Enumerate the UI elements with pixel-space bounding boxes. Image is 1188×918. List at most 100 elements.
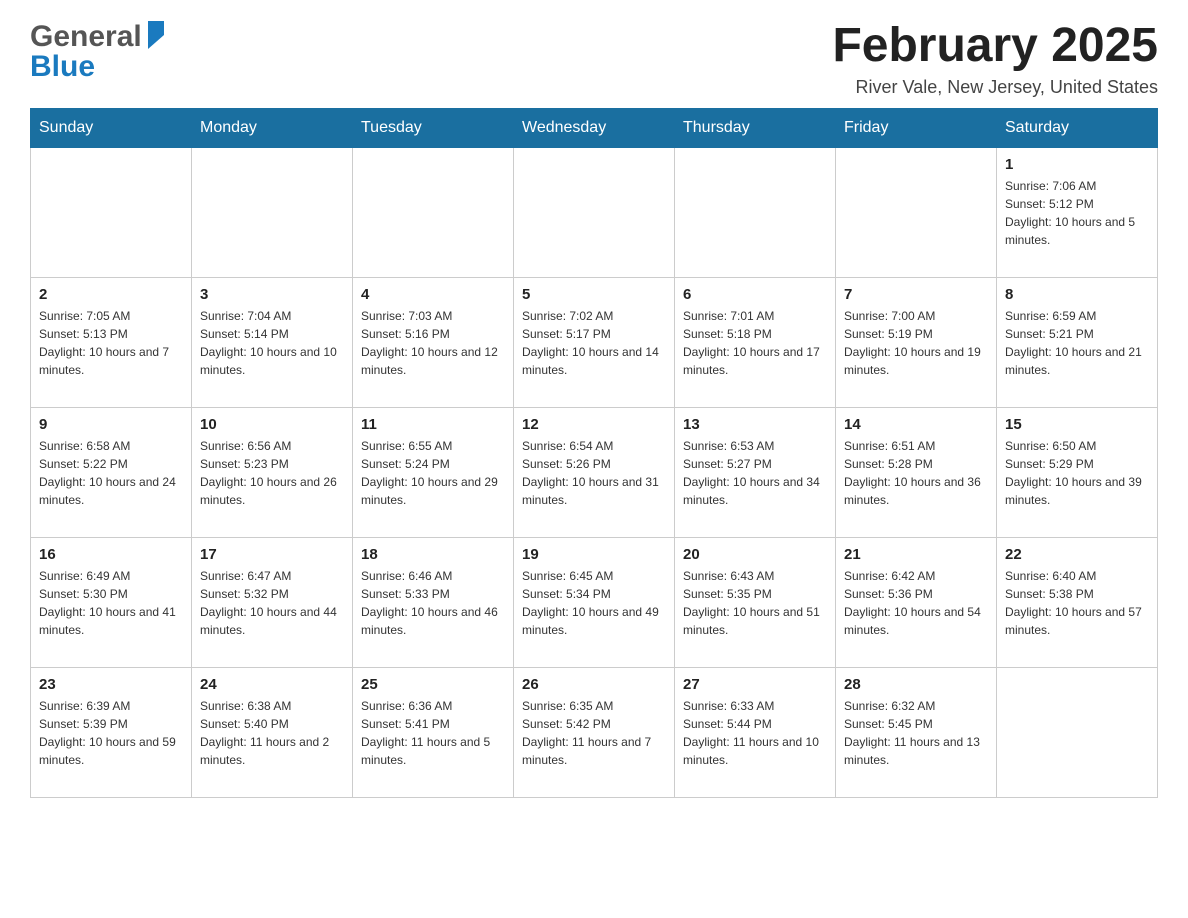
day-number: 10 xyxy=(200,416,344,433)
day-info: Sunrise: 7:03 AMSunset: 5:16 PMDaylight:… xyxy=(361,307,505,379)
calendar-cell: 7 Sunrise: 7:00 AMSunset: 5:19 PMDaylight… xyxy=(836,277,997,407)
day-number: 28 xyxy=(844,676,988,693)
calendar-cell xyxy=(31,147,192,277)
calendar-cell: 12 Sunrise: 6:54 AMSunset: 5:26 PMDayligh… xyxy=(514,407,675,537)
logo-blue-text: Blue xyxy=(30,50,95,84)
day-info: Sunrise: 7:06 AMSunset: 5:12 PMDaylight:… xyxy=(1005,177,1149,249)
location-title: River Vale, New Jersey, United States xyxy=(832,77,1158,98)
calendar-cell: 1 Sunrise: 7:06 AMSunset: 5:12 PMDaylight… xyxy=(997,147,1158,277)
month-title: February 2025 xyxy=(832,20,1158,73)
calendar-cell: 5 Sunrise: 7:02 AMSunset: 5:17 PMDaylight… xyxy=(514,277,675,407)
day-info: Sunrise: 6:49 AMSunset: 5:30 PMDaylight:… xyxy=(39,567,183,639)
calendar-cell: 21 Sunrise: 6:42 AMSunset: 5:36 PMDayligh… xyxy=(836,537,997,667)
calendar-cell: 25 Sunrise: 6:36 AMSunset: 5:41 PMDayligh… xyxy=(353,667,514,797)
day-number: 8 xyxy=(1005,286,1149,303)
day-info: Sunrise: 6:50 AMSunset: 5:29 PMDaylight:… xyxy=(1005,437,1149,509)
calendar-cell xyxy=(675,147,836,277)
col-thursday: Thursday xyxy=(675,108,836,147)
calendar-cell xyxy=(514,147,675,277)
logo-flag-icon xyxy=(144,21,166,49)
day-number: 25 xyxy=(361,676,505,693)
day-number: 22 xyxy=(1005,546,1149,563)
day-number: 3 xyxy=(200,286,344,303)
col-monday: Monday xyxy=(192,108,353,147)
calendar-cell xyxy=(836,147,997,277)
calendar-cell: 19 Sunrise: 6:45 AMSunset: 5:34 PMDayligh… xyxy=(514,537,675,667)
day-number: 27 xyxy=(683,676,827,693)
day-number: 24 xyxy=(200,676,344,693)
day-info: Sunrise: 7:01 AMSunset: 5:18 PMDaylight:… xyxy=(683,307,827,379)
calendar-cell: 26 Sunrise: 6:35 AMSunset: 5:42 PMDayligh… xyxy=(514,667,675,797)
title-section: February 2025 River Vale, New Jersey, Un… xyxy=(832,20,1158,98)
calendar-cell: 28 Sunrise: 6:32 AMSunset: 5:45 PMDayligh… xyxy=(836,667,997,797)
day-info: Sunrise: 6:46 AMSunset: 5:33 PMDaylight:… xyxy=(361,567,505,639)
col-friday: Friday xyxy=(836,108,997,147)
calendar-cell: 18 Sunrise: 6:46 AMSunset: 5:33 PMDayligh… xyxy=(353,537,514,667)
logo: General Blue xyxy=(30,20,166,84)
day-info: Sunrise: 7:02 AMSunset: 5:17 PMDaylight:… xyxy=(522,307,666,379)
calendar-cell: 11Sunrise: 6:55 AMSunset: 5:24 PMDayligh… xyxy=(353,407,514,537)
calendar-cell: 14 Sunrise: 6:51 AMSunset: 5:28 PMDayligh… xyxy=(836,407,997,537)
day-number: 17 xyxy=(200,546,344,563)
calendar-cell: 2 Sunrise: 7:05 AMSunset: 5:13 PMDaylight… xyxy=(31,277,192,407)
day-number: 1 xyxy=(1005,156,1149,173)
day-number: 14 xyxy=(844,416,988,433)
day-info: Sunrise: 6:32 AMSunset: 5:45 PMDaylight:… xyxy=(844,697,988,769)
col-tuesday: Tuesday xyxy=(353,108,514,147)
calendar-week-5: 23 Sunrise: 6:39 AMSunset: 5:39 PMDayligh… xyxy=(31,667,1158,797)
day-info: Sunrise: 6:39 AMSunset: 5:39 PMDaylight:… xyxy=(39,697,183,769)
calendar-cell: 3 Sunrise: 7:04 AMSunset: 5:14 PMDaylight… xyxy=(192,277,353,407)
day-info: Sunrise: 6:36 AMSunset: 5:41 PMDaylight:… xyxy=(361,697,505,769)
calendar-cell: 20 Sunrise: 6:43 AMSunset: 5:35 PMDayligh… xyxy=(675,537,836,667)
day-number: 20 xyxy=(683,546,827,563)
day-info: Sunrise: 6:56 AMSunset: 5:23 PMDaylight:… xyxy=(200,437,344,509)
calendar-cell: 10 Sunrise: 6:56 AMSunset: 5:23 PMDayligh… xyxy=(192,407,353,537)
calendar-table: Sunday Monday Tuesday Wednesday Thursday… xyxy=(30,108,1158,798)
day-info: Sunrise: 6:40 AMSunset: 5:38 PMDaylight:… xyxy=(1005,567,1149,639)
day-info: Sunrise: 6:51 AMSunset: 5:28 PMDaylight:… xyxy=(844,437,988,509)
logo-general-text: General xyxy=(30,20,142,54)
day-number: 21 xyxy=(844,546,988,563)
day-number: 23 xyxy=(39,676,183,693)
day-number: 19 xyxy=(522,546,666,563)
day-info: Sunrise: 6:53 AMSunset: 5:27 PMDaylight:… xyxy=(683,437,827,509)
day-info: Sunrise: 6:47 AMSunset: 5:32 PMDaylight:… xyxy=(200,567,344,639)
day-info: Sunrise: 6:58 AMSunset: 5:22 PMDaylight:… xyxy=(39,437,183,509)
calendar-cell: 9Sunrise: 6:58 AMSunset: 5:22 PMDaylight… xyxy=(31,407,192,537)
day-number: 13 xyxy=(683,416,827,433)
day-number: 2 xyxy=(39,286,183,303)
day-info: Sunrise: 6:35 AMSunset: 5:42 PMDaylight:… xyxy=(522,697,666,769)
day-number: 6 xyxy=(683,286,827,303)
day-number: 18 xyxy=(361,546,505,563)
day-info: Sunrise: 7:04 AMSunset: 5:14 PMDaylight:… xyxy=(200,307,344,379)
calendar-cell: 13 Sunrise: 6:53 AMSunset: 5:27 PMDayligh… xyxy=(675,407,836,537)
calendar-header-row: Sunday Monday Tuesday Wednesday Thursday… xyxy=(31,108,1158,147)
day-info: Sunrise: 6:54 AMSunset: 5:26 PMDaylight:… xyxy=(522,437,666,509)
calendar-cell: 15Sunrise: 6:50 AMSunset: 5:29 PMDayligh… xyxy=(997,407,1158,537)
calendar-cell: 24Sunrise: 6:38 AMSunset: 5:40 PMDayligh… xyxy=(192,667,353,797)
calendar-cell: 17 Sunrise: 6:47 AMSunset: 5:32 PMDayligh… xyxy=(192,537,353,667)
day-number: 7 xyxy=(844,286,988,303)
day-info: Sunrise: 6:42 AMSunset: 5:36 PMDaylight:… xyxy=(844,567,988,639)
day-info: Sunrise: 6:45 AMSunset: 5:34 PMDaylight:… xyxy=(522,567,666,639)
day-number: 16 xyxy=(39,546,183,563)
col-wednesday: Wednesday xyxy=(514,108,675,147)
calendar-cell: 27 Sunrise: 6:33 AMSunset: 5:44 PMDayligh… xyxy=(675,667,836,797)
calendar-cell: 22 Sunrise: 6:40 AMSunset: 5:38 PMDayligh… xyxy=(997,537,1158,667)
calendar-week-4: 16 Sunrise: 6:49 AMSunset: 5:30 PMDayligh… xyxy=(31,537,1158,667)
calendar-cell xyxy=(192,147,353,277)
day-info: Sunrise: 7:00 AMSunset: 5:19 PMDaylight:… xyxy=(844,307,988,379)
day-number: 12 xyxy=(522,416,666,433)
day-info: Sunrise: 7:05 AMSunset: 5:13 PMDaylight:… xyxy=(39,307,183,379)
day-info: Sunrise: 6:33 AMSunset: 5:44 PMDaylight:… xyxy=(683,697,827,769)
calendar-cell: 23 Sunrise: 6:39 AMSunset: 5:39 PMDayligh… xyxy=(31,667,192,797)
calendar-cell: 4 Sunrise: 7:03 AMSunset: 5:16 PMDaylight… xyxy=(353,277,514,407)
day-number: 26 xyxy=(522,676,666,693)
calendar-cell: 8Sunrise: 6:59 AMSunset: 5:21 PMDaylight… xyxy=(997,277,1158,407)
calendar-week-1: 1 Sunrise: 7:06 AMSunset: 5:12 PMDaylight… xyxy=(31,147,1158,277)
day-number: 5 xyxy=(522,286,666,303)
day-number: 11 xyxy=(361,416,505,433)
day-info: Sunrise: 6:43 AMSunset: 5:35 PMDaylight:… xyxy=(683,567,827,639)
day-number: 4 xyxy=(361,286,505,303)
col-sunday: Sunday xyxy=(31,108,192,147)
